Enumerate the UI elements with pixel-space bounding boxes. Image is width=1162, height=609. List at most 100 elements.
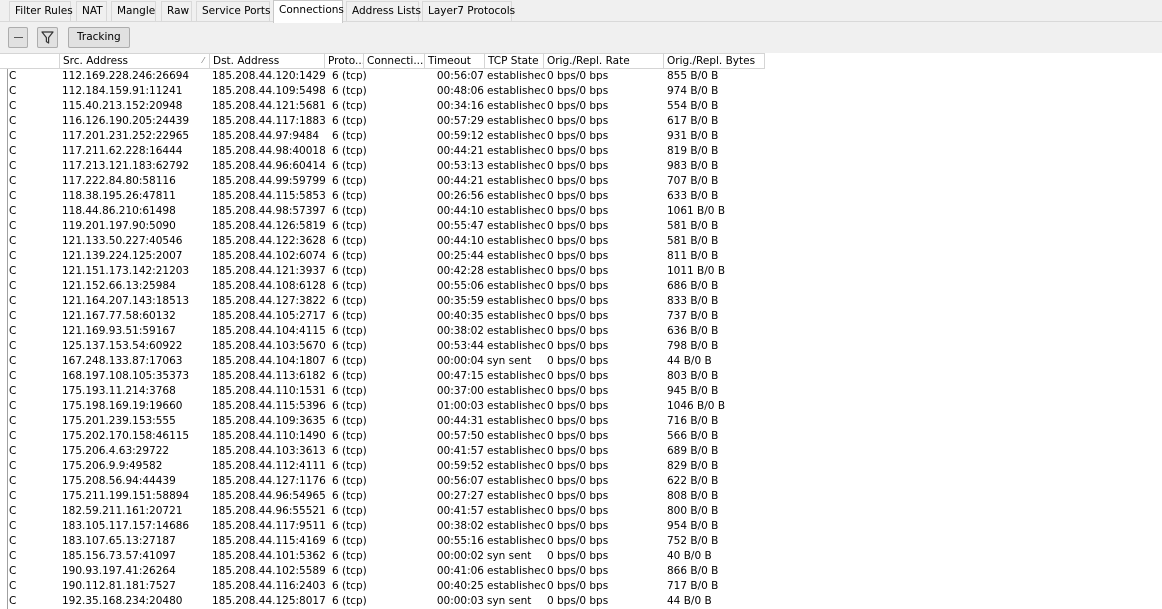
table-row[interactable]: C 175.201.239.153:555 185.208.44.109:3635 6… bbox=[0, 414, 765, 429]
table-row[interactable]: C 121.167.77.58:60132 185.208.44.105:27176… bbox=[0, 309, 765, 324]
row-rate: 0 bps/0 bps bbox=[547, 595, 609, 607]
table-row[interactable]: C 121.133.50.227:40546 185.208.44.122:3628… bbox=[0, 234, 765, 249]
row-timeout: 00:37:00 bbox=[436, 385, 484, 397]
row-flag: C bbox=[9, 460, 17, 472]
tab-layer7-protocols[interactable]: Layer7 Protocols bbox=[422, 1, 515, 21]
table-row[interactable]: C 117.201.231.252:22965 185.208.44.97:9484… bbox=[0, 129, 765, 144]
table-row[interactable]: C 175.206.4.63:29722 185.208.44.103:36133 6… bbox=[0, 444, 765, 459]
tab-nat[interactable]: NAT bbox=[76, 1, 107, 21]
table-row[interactable]: C 117.211.62.228:16444 185.208.44.98:40018… bbox=[0, 144, 765, 159]
row-timeout: 00:55:16 bbox=[436, 535, 484, 547]
column-header-connection[interactable]: Connecti... bbox=[364, 54, 425, 68]
table-row[interactable]: C 121.151.173.142:21203 185.208.44.121:393… bbox=[0, 264, 765, 279]
table-row[interactable]: C 125.137.153.54:60922 185.208.44.103:5670… bbox=[0, 339, 765, 354]
row-rate: 0 bps/0 bps bbox=[547, 460, 609, 472]
table-row[interactable]: C 118.38.195.26:47811 185.208.44.115:58538… bbox=[0, 189, 765, 204]
row-src-address: 182.59.211.161:20721 bbox=[62, 505, 183, 517]
column-header-protocol[interactable]: Proto... bbox=[325, 54, 364, 68]
table-row[interactable]: C 112.184.159.91:11241 185.208.44.109:5498… bbox=[0, 84, 765, 99]
tab-raw[interactable]: Raw bbox=[161, 1, 192, 21]
table-row[interactable]: C 175.211.199.151:58894 185.208.44.96:5496… bbox=[0, 489, 765, 504]
row-flag: C bbox=[9, 370, 17, 382]
column-header-dst-address[interactable]: Dst. Address bbox=[210, 54, 325, 68]
tab-connections[interactable]: Connections bbox=[273, 0, 344, 23]
row-connection bbox=[367, 459, 425, 474]
table-row[interactable]: C 115.40.213.152:20948 185.208.44.121:5681… bbox=[0, 99, 765, 114]
row-connection bbox=[367, 69, 425, 84]
tab-filter-rules[interactable]: Filter Rules bbox=[9, 1, 73, 21]
table-row[interactable]: C 183.107.65.13:27187 185.208.44.115:41694… bbox=[0, 534, 765, 549]
row-timeout: 00:44:10 bbox=[436, 235, 484, 247]
table-row[interactable]: C 190.93.197.41:26264 185.208.44.102:55892… bbox=[0, 564, 765, 579]
table-row[interactable]: C 121.152.66.13:25984 185.208.44.108:61283… bbox=[0, 279, 765, 294]
row-timeout: 00:26:56 bbox=[436, 190, 484, 202]
row-bytes: 819 B/0 B bbox=[667, 145, 719, 157]
row-src-address: 121.169.93.51:59167 bbox=[62, 325, 176, 337]
table-row[interactable]: C 175.208.56.94:44439 185.208.44.127:11760… bbox=[0, 474, 765, 489]
tab-service-ports[interactable]: Service Ports bbox=[196, 1, 270, 21]
row-flag: C bbox=[9, 505, 17, 517]
row-tcp-state: established bbox=[487, 580, 545, 592]
row-flag: C bbox=[9, 235, 17, 247]
column-header-src-address[interactable]: Src. Address ⁄ bbox=[60, 54, 210, 68]
row-timeout: 00:55:47 bbox=[436, 220, 484, 232]
column-header-rate[interactable]: Orig./Repl. Rate bbox=[544, 54, 664, 68]
row-dst-address: 185.208.44.97:9484 bbox=[212, 130, 320, 142]
table-row[interactable]: C 119.201.197.90:5090 185.208.44.126:58198… bbox=[0, 219, 765, 234]
row-flag: C bbox=[9, 445, 17, 457]
table-row[interactable]: C 121.139.224.125:2007 185.208.44.102:6074… bbox=[0, 249, 765, 264]
row-src-address: 121.133.50.227:40546 bbox=[62, 235, 183, 247]
table-row[interactable]: C 118.44.86.210:61498 185.208.44.98:57397 6… bbox=[0, 204, 765, 219]
table-row[interactable]: C 121.169.93.51:59167 185.208.44.104:41156… bbox=[0, 324, 765, 339]
table-row[interactable]: C 117.213.121.183:62792 185.208.44.96:6041… bbox=[0, 159, 765, 174]
table-row[interactable]: C 190.112.81.181:7527 185.208.44.116:24032… bbox=[0, 579, 765, 594]
row-tcp-state: established bbox=[487, 400, 545, 412]
row-timeout: 00:38:02 bbox=[436, 325, 484, 337]
table-row[interactable]: C 175.206.9.9:49582 185.208.44.112:41116 6 … bbox=[0, 459, 765, 474]
table-row[interactable]: C 175.193.11.214:3768 185.208.44.110:15310… bbox=[0, 384, 765, 399]
table-row[interactable]: C 117.222.84.80:58116 185.208.44.99:59799 6… bbox=[0, 174, 765, 189]
tab-address-lists[interactable]: Address Lists bbox=[346, 1, 421, 21]
column-header-bytes[interactable]: Orig./Repl. Bytes bbox=[664, 54, 765, 68]
column-header-flags[interactable] bbox=[8, 54, 60, 68]
row-tcp-state: established bbox=[487, 310, 545, 322]
row-flag: C bbox=[9, 100, 17, 112]
table-row[interactable]: C 185.156.73.57:41097 185.208.44.101:53628… bbox=[0, 549, 765, 564]
row-tcp-state: established bbox=[487, 115, 545, 127]
row-bytes: 622 B/0 B bbox=[667, 475, 719, 487]
filter-button[interactable] bbox=[37, 27, 58, 48]
row-bytes: 808 B/0 B bbox=[667, 490, 719, 502]
table-row[interactable]: C 175.202.170.158:46115 185.208.44.110:149… bbox=[0, 429, 765, 444]
row-connection bbox=[367, 369, 425, 384]
table-row[interactable]: C 192.35.168.234:20480 185.208.44.125:8017… bbox=[0, 594, 765, 609]
row-dst-address: 185.208.44.113:61827 bbox=[212, 370, 326, 382]
row-dst-address: 185.208.44.109:3635 bbox=[212, 415, 326, 427]
tab-mangle[interactable]: Mangle bbox=[111, 1, 156, 21]
table-row[interactable]: C 182.59.211.161:20721 185.208.44.96:55521… bbox=[0, 504, 765, 519]
table-row[interactable]: C 112.169.228.246:26694 185.208.44.120:142… bbox=[0, 69, 765, 84]
row-protocol: 6 (tcp) bbox=[332, 520, 366, 532]
table-row[interactable]: C 167.248.133.87:17063 185.208.44.104:1807… bbox=[0, 354, 765, 369]
row-tcp-state: established bbox=[487, 490, 545, 502]
row-dst-address: 185.208.44.126:58198 bbox=[212, 220, 326, 232]
row-bytes: 833 B/0 B bbox=[667, 295, 719, 307]
row-dst-address: 185.208.44.108:61283 bbox=[212, 280, 326, 292]
table-row[interactable]: C 183.105.117.157:14686 185.208.44.117:951… bbox=[0, 519, 765, 534]
table-row[interactable]: C 175.198.169.19:19660 185.208.44.115:5396… bbox=[0, 399, 765, 414]
table-row[interactable]: C 116.126.190.205:24439 185.208.44.117:188… bbox=[0, 114, 765, 129]
row-bytes: 1061 B/0 B bbox=[667, 205, 726, 217]
tracking-button[interactable]: Tracking bbox=[68, 27, 130, 48]
remove-button[interactable] bbox=[8, 27, 28, 48]
row-timeout: 00:41:06 bbox=[436, 565, 484, 577]
column-header-timeout[interactable]: Timeout bbox=[425, 54, 485, 68]
table-row[interactable]: C 168.197.108.105:35373 185.208.44.113:618… bbox=[0, 369, 765, 384]
minus-icon bbox=[14, 37, 23, 38]
row-rate: 0 bps/0 bps bbox=[547, 235, 609, 247]
row-tcp-state: established bbox=[487, 100, 545, 112]
row-dst-address: 185.208.44.96:54965 bbox=[212, 490, 326, 502]
row-rate: 0 bps/0 bps bbox=[547, 550, 609, 562]
row-dst-address: 185.208.44.115:41694 bbox=[212, 535, 326, 547]
column-header-tcp-state[interactable]: TCP State bbox=[485, 54, 544, 68]
table-row[interactable]: C 121.164.207.143:18513 185.208.44.127:382… bbox=[0, 294, 765, 309]
row-tcp-state: established bbox=[487, 280, 545, 292]
